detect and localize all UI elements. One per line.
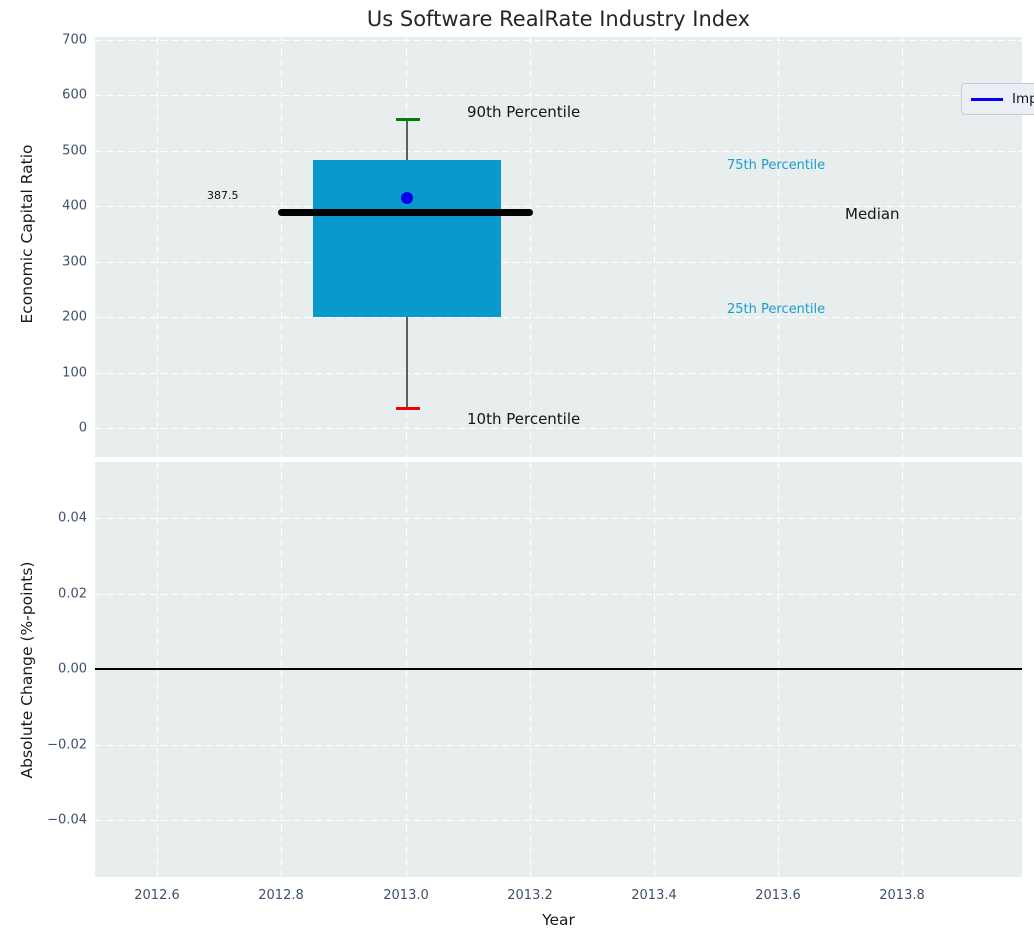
median-value-annotation: 387.5 [207, 189, 239, 202]
p90-annotation: 90th Percentile [467, 103, 580, 121]
ytick-600: 600 [62, 88, 87, 103]
ytick-300: 300 [62, 255, 87, 270]
p10-annotation: 10th Percentile [467, 410, 580, 428]
gridline-v-2013-8 [902, 37, 903, 457]
interquartile-box [313, 160, 501, 317]
legend: Imperva INC [961, 83, 1034, 115]
x-axis-label: Year [95, 911, 1022, 929]
ytick-neg0-02: −0.02 [47, 737, 87, 752]
gridline-h-500 [95, 151, 1022, 152]
ytick-700: 700 [62, 33, 87, 48]
gridline-v-2013-2 [530, 37, 531, 457]
gridline-h-0-04 [95, 518, 1022, 519]
bottom-y-axis-label: Absolute Change (%-points) [18, 562, 36, 779]
ytick-0-04: 0.04 [58, 511, 87, 526]
chart-title: Us Software RealRate Industry Index [95, 7, 1022, 31]
p75-annotation: 75th Percentile [727, 158, 825, 173]
gridline-v-2012-8 [281, 37, 282, 457]
ytick-0: 0 [79, 421, 87, 436]
legend-label: Imperva INC [1012, 91, 1034, 107]
xtick-2013-8: 2013.8 [879, 888, 925, 903]
xtick-2013-6: 2013.6 [755, 888, 801, 903]
bottom-subplot [95, 462, 1022, 877]
cap-10th-percentile [396, 407, 420, 410]
gridline-h-600 [95, 95, 1022, 96]
ytick-0-00: 0.00 [58, 662, 87, 677]
whisker-lower [406, 317, 408, 409]
gridline-h-0-02 [95, 594, 1022, 595]
median-line [278, 209, 533, 216]
gridline-h-200 [95, 317, 1022, 318]
gridline-h-100 [95, 373, 1022, 374]
gridline-h-700 [95, 40, 1022, 41]
xtick-2013-4: 2013.4 [631, 888, 677, 903]
xtick-2013-0: 2013.0 [383, 888, 429, 903]
whisker-upper [406, 120, 408, 160]
gridline-h-neg0-02 [95, 745, 1022, 746]
ytick-0-02: 0.02 [58, 586, 87, 601]
legend-line-icon [971, 98, 1003, 101]
xtick-2012-6: 2012.6 [134, 888, 180, 903]
xtick-2013-2: 2013.2 [507, 888, 553, 903]
chart-figure: Us Software RealRate Industry Index Impe… [0, 0, 1034, 942]
gridline-h-neg0-04 [95, 820, 1022, 821]
p25-annotation: 25th Percentile [727, 302, 825, 317]
gridline-h-300 [95, 262, 1022, 263]
top-subplot: Imperva INC [95, 37, 1022, 457]
gridline-h-0 [95, 428, 1022, 429]
gridline-v-2013-6 [778, 37, 779, 457]
gridline-v-2012-6 [157, 37, 158, 457]
top-y-axis-label: Economic Capital Ratio [18, 144, 36, 323]
gridline-v-2013-4 [654, 37, 655, 457]
ytick-neg0-04: −0.04 [47, 813, 87, 828]
median-annotation: Median [845, 205, 900, 223]
imperva-marker-dot [401, 192, 413, 204]
zero-reference-line [95, 668, 1022, 670]
xtick-2012-8: 2012.8 [258, 888, 304, 903]
ytick-400: 400 [62, 199, 87, 214]
ytick-200: 200 [62, 310, 87, 325]
ytick-100: 100 [62, 366, 87, 381]
ytick-500: 500 [62, 144, 87, 159]
cap-90th-percentile [396, 118, 420, 121]
